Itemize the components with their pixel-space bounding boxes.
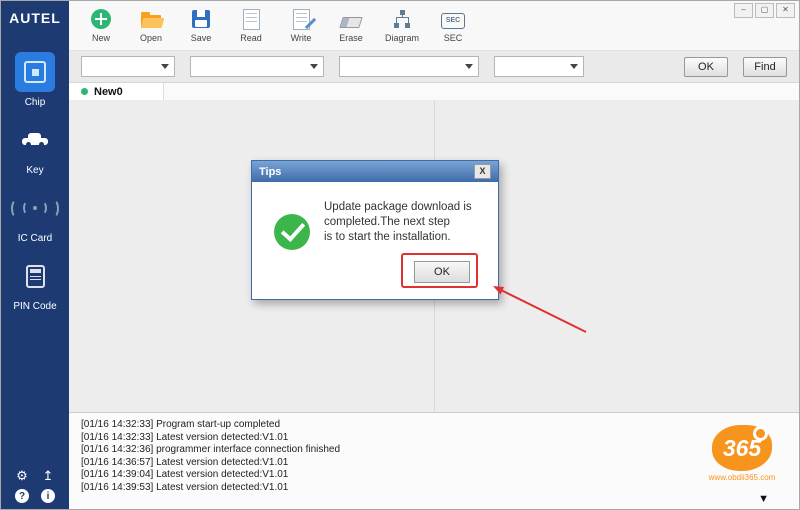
chevron-down-icon	[465, 64, 473, 69]
dialog-ok-button[interactable]: OK	[414, 261, 470, 283]
sec-chip-icon: SEC	[441, 12, 466, 29]
main-area: Tips X Update package download is comple…	[69, 100, 799, 412]
filter-dropdown-3[interactable]	[339, 56, 479, 77]
close-button[interactable]: ✕	[776, 3, 795, 18]
find-button[interactable]: Find	[743, 56, 787, 77]
open-button[interactable]: Open	[135, 9, 167, 43]
sidebar-item-chip[interactable]: Chip	[1, 52, 69, 108]
erase-button[interactable]: Erase	[335, 9, 367, 43]
chevron-down-icon	[310, 64, 318, 69]
sidebar-item-label: PIN Code	[13, 301, 57, 312]
car-key-icon	[22, 133, 48, 147]
info-icon[interactable]: i	[41, 489, 55, 503]
sidebar-item-label: Key	[26, 165, 44, 176]
scroll-down-icon[interactable]: ▼	[758, 493, 769, 505]
new-icon	[91, 9, 111, 29]
dialog-close-icon[interactable]: X	[474, 164, 491, 179]
sidebar-item-pin-code[interactable]: PIN Code	[1, 256, 69, 312]
sidebar-item-key[interactable]: Key	[1, 120, 69, 176]
watermark: 365 www.obdii365.com	[705, 425, 779, 482]
diagram-icon	[392, 9, 412, 29]
toolbar: New Open Save Read Write Erase Diagram S…	[69, 1, 799, 51]
dialog-body: Update package download is completed.The…	[252, 182, 498, 299]
maximize-button[interactable]: ▢	[755, 3, 774, 18]
new-button[interactable]: New	[85, 9, 117, 43]
log-panel: [01/16 14:32:33] Program start-up comple…	[69, 412, 799, 509]
chevron-down-icon	[570, 64, 578, 69]
floppy-save-icon	[192, 10, 210, 28]
help-icon[interactable]: ?	[15, 489, 29, 503]
filter-bar: OK Find	[69, 51, 799, 83]
sidebar: AUTEL Chip Key IC Card PIN Code ⚙ ↥ ? i	[1, 1, 69, 509]
sidebar-bottom-icons: ⚙ ↥ ? i	[1, 468, 69, 503]
ok-button[interactable]: OK	[684, 56, 728, 77]
tips-dialog: Tips X Update package download is comple…	[251, 160, 499, 300]
dialog-message: Update package download is completed.The…	[324, 201, 472, 243]
watermark-url: www.obdii365.com	[708, 473, 776, 482]
chevron-down-icon	[161, 64, 169, 69]
read-document-icon	[242, 8, 260, 30]
sec-button[interactable]: SEC SEC	[437, 9, 469, 43]
success-check-icon	[274, 214, 310, 250]
brand-logo: AUTEL	[9, 10, 61, 26]
folder-open-icon	[141, 12, 161, 28]
write-document-icon	[292, 8, 310, 30]
sidebar-item-label: IC Card	[17, 233, 53, 244]
log-line: [01/16 14:39:53] Latest version detected…	[81, 481, 289, 493]
minimize-button[interactable]: –	[734, 3, 753, 18]
sidebar-item-ic-card[interactable]: IC Card	[1, 188, 69, 244]
log-line: [01/16 14:36:57] Latest version detected…	[81, 456, 289, 468]
pin-device-icon	[25, 264, 45, 288]
tab-new0[interactable]: New0	[69, 83, 164, 100]
log-line: [01/16 14:32:33] Latest version detected…	[81, 431, 289, 443]
save-button[interactable]: Save	[185, 9, 217, 43]
log-line: [01/16 14:32:33] Program start-up comple…	[81, 419, 281, 430]
read-button[interactable]: Read	[235, 8, 267, 43]
window-controls: – ▢ ✕	[734, 3, 795, 18]
dialog-title-text: Tips	[259, 165, 282, 178]
filter-dropdown-2[interactable]	[190, 56, 324, 77]
sidebar-item-label: Chip	[24, 97, 46, 108]
upload-icon[interactable]: ↥	[43, 468, 54, 483]
diagram-button[interactable]: Diagram	[385, 9, 419, 43]
tab-bar: New0	[69, 83, 799, 101]
log-line: [01/16 14:39:04] Latest version detected…	[81, 469, 289, 480]
filter-dropdown-1[interactable]	[81, 56, 175, 77]
app-window: – ▢ ✕ AUTEL Chip Key IC Card PIN Code ⚙ …	[0, 0, 800, 510]
gear-icon[interactable]: ⚙	[16, 468, 28, 483]
eraser-icon	[339, 16, 363, 28]
dialog-titlebar: Tips X	[252, 161, 498, 182]
watermark-365-logo: 365	[712, 425, 772, 471]
ic-card-signal-icon	[11, 198, 59, 218]
green-dot-icon	[81, 88, 88, 95]
tab-label: New0	[94, 85, 123, 98]
chip-icon	[24, 61, 46, 83]
log-line: [01/16 14:32:36] programmer interface co…	[81, 444, 341, 455]
filter-dropdown-4[interactable]	[494, 56, 584, 77]
write-button[interactable]: Write	[285, 8, 317, 43]
